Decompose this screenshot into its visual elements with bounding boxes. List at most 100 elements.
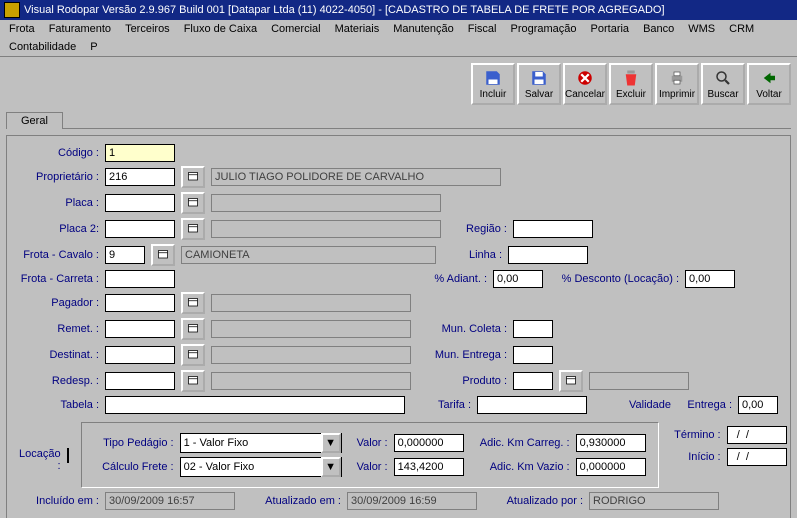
chevron-down-icon: ▼ — [321, 457, 341, 477]
salvar-button[interactable]: Salvar — [517, 63, 561, 105]
label-adiant: % Adiant. : — [417, 273, 487, 285]
proprietario-field[interactable] — [105, 168, 175, 186]
proprietario-display — [211, 168, 501, 186]
destinat-field[interactable] — [105, 346, 175, 364]
label-adic-km-carreg: Adic. Km Carreg. : — [470, 437, 570, 449]
pagador-field[interactable] — [105, 294, 175, 312]
produto-field[interactable] — [513, 372, 553, 390]
placa2-field[interactable] — [105, 220, 175, 238]
frota-carreta-field[interactable] — [105, 270, 175, 288]
label-placa2: Placa 2: — [19, 223, 99, 235]
label-calculo-frete: Cálculo Frete : — [94, 461, 174, 473]
calculo-frete-select[interactable]: 02 - Valor Fixo ▼ — [180, 457, 342, 477]
frota-cavalo-field[interactable] — [105, 246, 145, 264]
adiant-field[interactable] — [493, 270, 543, 288]
label-tipo-pedagio: Tipo Pedágio : — [94, 437, 174, 449]
label-placa: Placa : — [19, 197, 99, 209]
label-mun-coleta: Mun. Coleta : — [417, 323, 507, 335]
menu-wms[interactable]: WMS — [683, 22, 720, 36]
tabela-field[interactable] — [105, 396, 405, 414]
remet-field[interactable] — [105, 320, 175, 338]
label-codigo: Código : — [19, 147, 99, 159]
valor-pedagio-field[interactable] — [394, 434, 464, 452]
label-redesp: Redesp. : — [19, 375, 99, 387]
menu-fluxo[interactable]: Fluxo de Caixa — [179, 22, 262, 36]
remet-lookup[interactable] — [181, 318, 205, 340]
label-termino: Término : — [671, 429, 721, 441]
voltar-button[interactable]: Voltar — [747, 63, 791, 105]
menu-more[interactable]: P — [85, 40, 102, 54]
redesp-display — [211, 372, 411, 390]
label-desconto: % Desconto (Locação) : — [549, 273, 679, 285]
label-frota-carreta: Frota - Carreta : — [19, 273, 99, 285]
desconto-field[interactable] — [685, 270, 735, 288]
label-locacao: Locação : — [19, 448, 61, 472]
excluir-button[interactable]: Excluir — [609, 63, 653, 105]
titlebar: Visual Rodopar Versão 2.9.967 Build 001 … — [0, 0, 797, 20]
label-remet: Remet. : — [19, 323, 99, 335]
label-atualizado-por: Atualizado por : — [483, 495, 583, 507]
label-destinat: Destinat. : — [19, 349, 99, 361]
menubar: Frota Faturamento Terceiros Fluxo de Cai… — [0, 20, 797, 57]
produto-lookup[interactable] — [559, 370, 583, 392]
label-frota-cavalo: Frota - Cavalo : — [19, 249, 99, 261]
app-icon — [4, 2, 20, 18]
locacao-checkbox[interactable] — [67, 448, 69, 463]
menu-contabilidade[interactable]: Contabilidade — [4, 40, 81, 54]
menu-crm[interactable]: CRM — [724, 22, 759, 36]
menu-frota[interactable]: Frota — [4, 22, 40, 36]
proprietario-lookup[interactable] — [181, 166, 205, 188]
menu-terceiros[interactable]: Terceiros — [120, 22, 175, 36]
incluido-em-field — [105, 492, 235, 510]
menu-banco[interactable]: Banco — [638, 22, 679, 36]
frota-cavalo-lookup[interactable] — [151, 244, 175, 266]
redesp-field[interactable] — [105, 372, 175, 390]
label-incluido-em: Incluído em : — [19, 495, 99, 507]
menu-portaria[interactable]: Portaria — [586, 22, 635, 36]
redesp-lookup[interactable] — [181, 370, 205, 392]
atualizado-em-field — [347, 492, 477, 510]
tab-geral[interactable]: Geral — [6, 112, 63, 129]
mun-entrega-field[interactable] — [513, 346, 553, 364]
regiao-field[interactable] — [513, 220, 593, 238]
pagador-lookup[interactable] — [181, 292, 205, 314]
entrega-field[interactable] — [738, 396, 778, 414]
form-panel: Código : Proprietário : Placa : Placa 2:… — [6, 135, 791, 518]
menu-faturamento[interactable]: Faturamento — [44, 22, 116, 36]
label-inicio: Início : — [671, 451, 721, 463]
label-validade: Validade — [629, 399, 671, 411]
imprimir-button[interactable]: Imprimir — [655, 63, 699, 105]
label-regiao: Região : — [447, 223, 507, 235]
buscar-button[interactable]: Buscar — [701, 63, 745, 105]
linha-field[interactable] — [508, 246, 588, 264]
placa-field[interactable] — [105, 194, 175, 212]
menu-materiais[interactable]: Materiais — [330, 22, 385, 36]
placa-lookup[interactable] — [181, 192, 205, 214]
incluir-button[interactable]: Incluir — [471, 63, 515, 105]
menu-fiscal[interactable]: Fiscal — [463, 22, 502, 36]
placa-display — [211, 194, 441, 212]
menu-manutencao[interactable]: Manutenção — [388, 22, 459, 36]
valor-frete-field[interactable] — [394, 458, 464, 476]
mun-coleta-field[interactable] — [513, 320, 553, 338]
inicio-field[interactable] — [727, 448, 787, 466]
placa2-display — [211, 220, 441, 238]
menu-programacao[interactable]: Programação — [505, 22, 581, 36]
termino-field[interactable] — [727, 426, 787, 444]
produto-display — [589, 372, 689, 390]
cancelar-button[interactable]: Cancelar — [563, 63, 607, 105]
label-adic-km-vazio: Adic. Km Vazio : — [470, 461, 570, 473]
tarifa-field[interactable] — [477, 396, 587, 414]
codigo-field[interactable] — [105, 144, 175, 162]
adic-km-carreg-field[interactable] — [576, 434, 646, 452]
frota-cavalo-display — [181, 246, 436, 264]
label-atualizado-em: Atualizado em : — [241, 495, 341, 507]
placa2-lookup[interactable] — [181, 218, 205, 240]
adic-km-vazio-field[interactable] — [576, 458, 646, 476]
menu-comercial[interactable]: Comercial — [266, 22, 326, 36]
tipo-pedagio-select[interactable]: 1 - Valor Fixo ▼ — [180, 433, 342, 453]
atualizado-por-field — [589, 492, 719, 510]
destinat-lookup[interactable] — [181, 344, 205, 366]
label-tarifa: Tarifa : — [411, 399, 471, 411]
label-pagador: Pagador : — [19, 297, 99, 309]
